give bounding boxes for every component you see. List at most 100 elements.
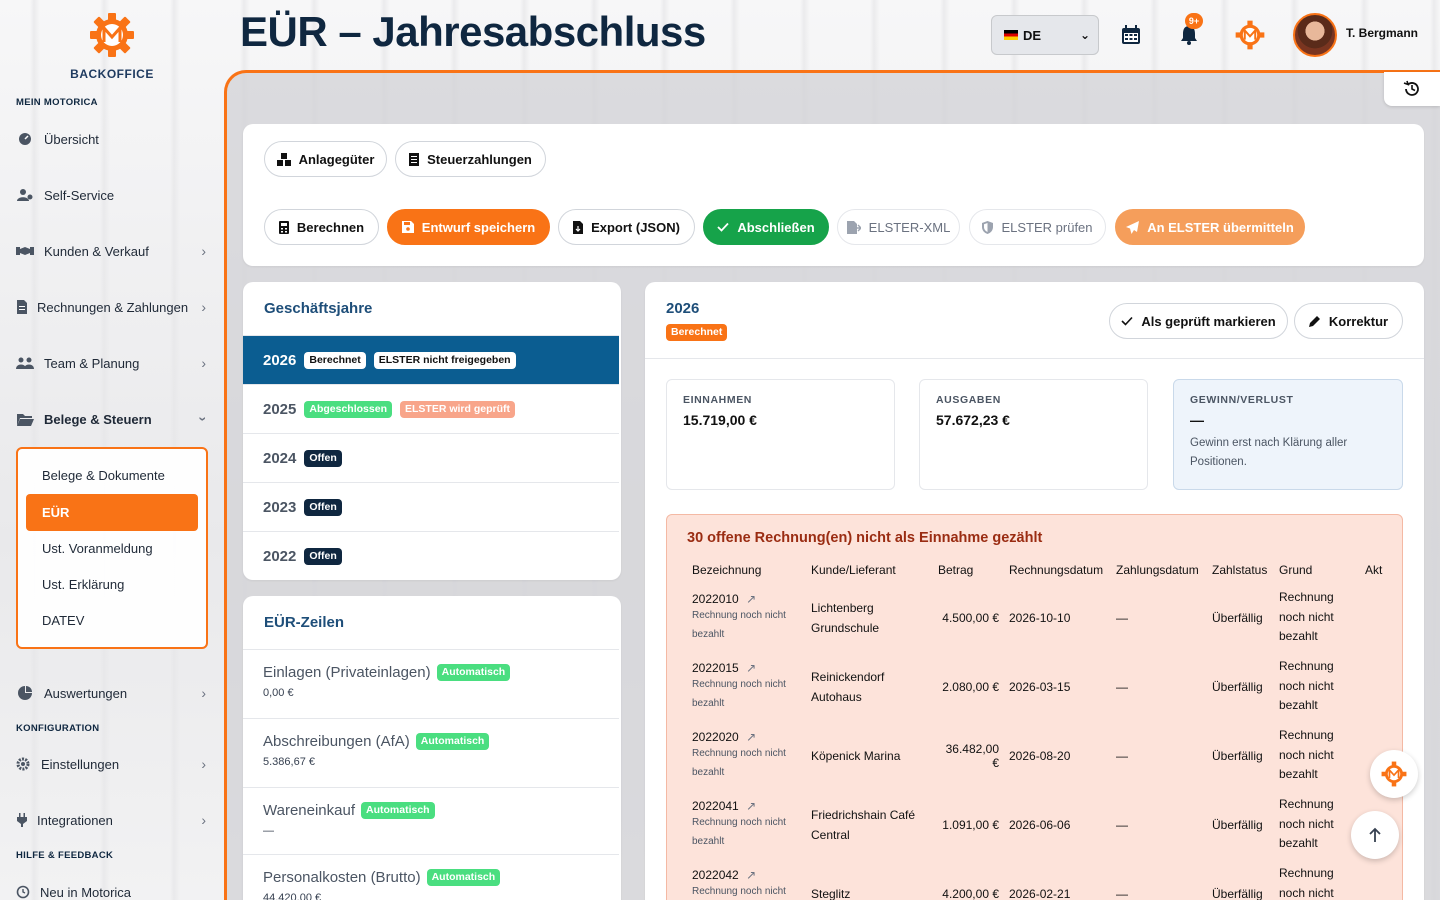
- anlagegueter-button[interactable]: Anlagegüter: [264, 141, 387, 177]
- stat-note: Gewinn erst nach Klärung aller Positione…: [1190, 437, 1348, 468]
- berechnen-button[interactable]: Berechnen: [264, 209, 379, 245]
- user-name[interactable]: T. Bergmann: [1346, 26, 1418, 40]
- nav-integrationen[interactable]: Integrationen ›: [16, 805, 206, 835]
- handshake-icon: [16, 242, 34, 260]
- receipt-icon: [409, 152, 420, 166]
- nav-kunden-verkauf[interactable]: Kunden & Verkauf ›: [16, 236, 206, 266]
- payment-date-cell: —: [1116, 610, 1128, 625]
- external-link-icon[interactable]: ↗: [746, 661, 756, 675]
- motorica-gear-icon[interactable]: [1235, 20, 1265, 50]
- nav-neu-in-motorica[interactable]: Neu in Motorica: [16, 877, 206, 900]
- offene-rechnungen-panel: 30 offene Rechnung(en) nicht als Einnahm…: [666, 514, 1403, 900]
- table-row[interactable]: 2022020 ↗ Rechnung noch nicht bezahlt Köpe…: [687, 721, 1390, 790]
- payment-date-cell: —: [1116, 886, 1128, 900]
- actions-cell[interactable]: [1360, 652, 1390, 721]
- table-row[interactable]: 2022010 ↗ Rechnung noch nicht bezahlt Lich…: [687, 583, 1390, 652]
- actions-cell[interactable]: [1360, 583, 1390, 652]
- year-row-2026[interactable]: 2026 Berechnet ELSTER nicht freigegeben: [243, 335, 619, 384]
- invoice-number[interactable]: 2022010 ↗: [692, 592, 801, 606]
- export-json-button[interactable]: Export (JSON): [558, 209, 695, 245]
- column-header[interactable]: Zahlstatus: [1207, 557, 1274, 583]
- external-link-icon[interactable]: ↗: [746, 592, 756, 606]
- check-icon: [717, 222, 730, 232]
- gear-logo-icon: [90, 13, 134, 57]
- scroll-to-top-button[interactable]: [1351, 811, 1399, 859]
- external-link-icon[interactable]: ↗: [746, 730, 756, 744]
- eur-row-wareneinkauf[interactable]: Wareneinkauf Automatisch —: [243, 787, 619, 854]
- year-row-2022[interactable]: 2022 Offen: [243, 531, 619, 580]
- eur-row-einlagen[interactable]: Einlagen (Privateinlagen) Automatisch 0,0…: [243, 649, 619, 718]
- steuerzahlungen-button[interactable]: Steuerzahlungen: [395, 141, 546, 177]
- calendar-icon[interactable]: [1120, 24, 1142, 46]
- table-row[interactable]: 2022042 ↗ Rechnung noch nicht bezahlt Steg…: [687, 859, 1390, 900]
- eur-row-personalkosten[interactable]: Personalkosten (Brutto) Automatisch 44.42…: [243, 854, 619, 900]
- invoice-number[interactable]: 2022015 ↗: [692, 661, 801, 675]
- submenu-ust-voranmeldung[interactable]: Ust. Voranmeldung: [42, 538, 153, 558]
- nav-label: Belege & Steuern: [44, 411, 152, 427]
- table-row[interactable]: 2022015 ↗ Rechnung noch nicht bezahlt Rein…: [687, 652, 1390, 721]
- submenu-eur[interactable]: EÜR: [26, 494, 198, 531]
- reason-cell: Rechnung noch nicht bezahlt: [1279, 797, 1334, 851]
- year-row-2024[interactable]: 2024 Offen: [243, 433, 619, 482]
- table-row[interactable]: 2022041 ↗ Rechnung noch nicht bezahlt Frie…: [687, 790, 1390, 859]
- brand-logo[interactable]: BACKOFFICE: [60, 12, 164, 81]
- nav-self-service[interactable]: Self-Service: [16, 180, 206, 210]
- column-header[interactable]: Akt: [1360, 557, 1390, 583]
- elster-pruefen-button[interactable]: ELSTER prüfen: [969, 209, 1106, 245]
- invoice-number[interactable]: 2022042 ↗: [692, 868, 801, 882]
- actions-cell[interactable]: [1360, 859, 1390, 900]
- column-header[interactable]: Betrag: [933, 557, 1004, 583]
- invoice-icon: [16, 298, 28, 316]
- submenu-datev[interactable]: DATEV: [42, 610, 84, 630]
- chevron-right-icon: ›: [201, 756, 206, 772]
- auto-badge: Automatisch: [426, 869, 501, 886]
- payment-date-cell: —: [1116, 748, 1128, 763]
- year-row-2025[interactable]: 2025 Abgeschlossen ELSTER wird geprüft: [243, 384, 619, 433]
- paper-plane-icon: [1126, 220, 1140, 234]
- customer-cell: Friedrichshain Café Central: [811, 807, 916, 842]
- nav-uebersicht[interactable]: Übersicht: [16, 124, 206, 154]
- invoice-number[interactable]: 2022041 ↗: [692, 799, 801, 813]
- eur-row-abschreibungen[interactable]: Abschreibungen (AfA) Automatisch 5.386,67…: [243, 718, 619, 787]
- elster-xml-button[interactable]: ELSTER-XML: [837, 209, 960, 245]
- column-header[interactable]: Zahlungsdatum: [1111, 557, 1207, 583]
- reason-cell: Rechnung noch nicht bezahlt: [1279, 659, 1334, 713]
- column-header[interactable]: Rechnungsdatum: [1004, 557, 1111, 583]
- chevron-right-icon: ›: [201, 299, 206, 315]
- entwurf-speichern-button[interactable]: Entwurf speichern: [387, 209, 550, 245]
- brand-name: BACKOFFICE: [70, 67, 154, 81]
- avatar[interactable]: [1293, 13, 1337, 57]
- als-geprueft-markieren-button[interactable]: Als geprüft markieren: [1109, 303, 1288, 339]
- nav-belege-steuern[interactable]: Belege & Steuern ›: [16, 404, 212, 434]
- korrektur-button[interactable]: Korrektur: [1294, 303, 1403, 339]
- nav-einstellungen[interactable]: Einstellungen ›: [16, 749, 206, 779]
- external-link-icon[interactable]: ↗: [746, 799, 756, 813]
- nav-team-planung[interactable]: Team & Planung ›: [16, 348, 206, 378]
- nav-auswertungen[interactable]: Auswertungen ›: [16, 678, 206, 708]
- dashboard-icon: [16, 130, 34, 148]
- column-header[interactable]: Kunde/Lieferant: [806, 557, 933, 583]
- history-button[interactable]: [1384, 72, 1440, 106]
- invoice-number[interactable]: 2022020 ↗: [692, 730, 801, 744]
- year-row-2023[interactable]: 2023 Offen: [243, 482, 619, 531]
- language-select[interactable]: DE ⌄: [991, 15, 1099, 55]
- an-elster-uebermitteln-button[interactable]: An ELSTER übermitteln: [1115, 209, 1305, 245]
- chevron-down-icon: ›: [195, 416, 212, 422]
- detail-year: 2026: [666, 300, 700, 317]
- nav-label: Integrationen: [37, 812, 113, 828]
- stat-value: —: [1190, 412, 1204, 428]
- geschaeftsjahre-title: Geschäftsjahre: [264, 300, 373, 317]
- column-header[interactable]: Grund: [1274, 557, 1360, 583]
- button-label: Anlagegüter: [298, 151, 375, 167]
- check-icon: [1121, 316, 1133, 326]
- submenu-belege-dokumente[interactable]: Belege & Dokumente: [42, 465, 165, 485]
- nav-rechnungen-zahlungen[interactable]: Rechnungen & Zahlungen ›: [16, 292, 206, 322]
- button-label: Entwurf speichern: [421, 219, 536, 235]
- abschliessen-button[interactable]: Abschließen: [703, 209, 829, 245]
- column-header[interactable]: Bezeichnung: [687, 557, 806, 583]
- payment-status-cell: Überfällig: [1212, 679, 1263, 694]
- row-label: Abschreibungen (AfA): [263, 733, 410, 750]
- external-link-icon[interactable]: ↗: [746, 868, 756, 882]
- motorica-assistant-button[interactable]: [1370, 750, 1418, 798]
- submenu-ust-erklaerung[interactable]: Ust. Erklärung: [42, 574, 124, 594]
